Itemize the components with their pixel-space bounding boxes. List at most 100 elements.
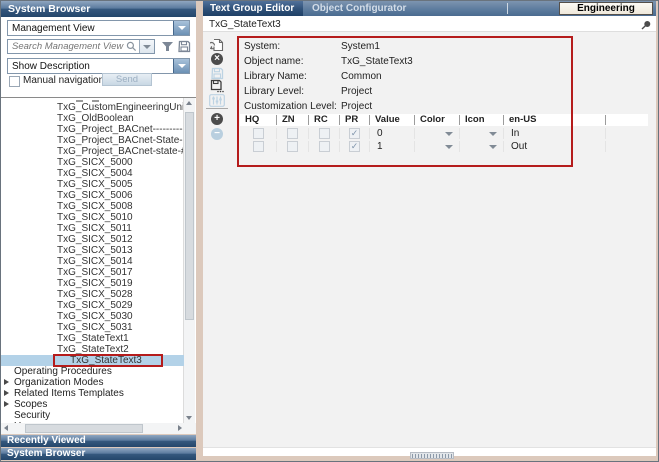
- tree-item[interactable]: TxG_SICX_5010: [1, 212, 184, 223]
- search-input[interactable]: [8, 41, 126, 52]
- search-options-button[interactable]: [139, 40, 154, 53]
- manual-navigation-label: Manual navigation: [23, 75, 104, 86]
- hq-checkbox[interactable]: ✓: [253, 141, 264, 152]
- tree-item[interactable]: TxG_SICX_5013: [1, 245, 184, 256]
- tree-item[interactable]: TxG_SICX_5006: [1, 190, 184, 201]
- save-icon[interactable]: [209, 66, 225, 80]
- delete-icon[interactable]: ×: [209, 52, 225, 66]
- tree-horizontal-scrollbar[interactable]: [1, 423, 196, 434]
- tree-item[interactable]: TxG_SICX_5019: [1, 278, 184, 289]
- field-label-customization-level: Customization Level:: [244, 101, 337, 112]
- expander-icon[interactable]: [4, 379, 9, 385]
- view-selector-dropdown[interactable]: Management View: [7, 20, 190, 36]
- tree-item[interactable]: TxG_SICX_5014: [1, 256, 184, 267]
- rc-checkbox[interactable]: ✓: [319, 141, 330, 152]
- column-header-zn[interactable]: ZN: [276, 115, 308, 125]
- tree-item[interactable]: TxG_SICX_5012: [1, 234, 184, 245]
- tree-vertical-scrollbar[interactable]: [183, 98, 195, 423]
- sliders-icon[interactable]: [209, 93, 225, 107]
- tree-item-related-items-templates[interactable]: Related Items Templates: [1, 388, 184, 399]
- tree-item[interactable]: TxG_OldBoolean: [1, 113, 184, 124]
- view-selector-arrow-button[interactable]: [173, 21, 189, 35]
- save-as-icon[interactable]: [209, 79, 225, 93]
- tree-item[interactable]: TxG_CustomEngineeringUnits: [1, 102, 184, 113]
- tree-item-security[interactable]: Security: [1, 410, 184, 421]
- column-header-en-us[interactable]: en-US: [503, 115, 605, 125]
- pr-checkbox[interactable]: ✓: [349, 128, 360, 139]
- column-header-color[interactable]: Color: [414, 115, 459, 125]
- revert-document-icon[interactable]: [209, 38, 225, 52]
- manual-navigation-checkbox[interactable]: [9, 76, 20, 87]
- tree-item-organization-modes[interactable]: Organization Modes: [1, 377, 184, 388]
- scroll-left-icon[interactable]: [4, 425, 8, 431]
- scroll-down-icon[interactable]: [186, 416, 192, 420]
- tree-item[interactable]: TxG_Project_BACnet----------: [1, 124, 184, 135]
- tree-item[interactable]: TxG_SICX_5005: [1, 179, 184, 190]
- tree-item-operating-procedures[interactable]: Operating Procedures: [1, 366, 184, 377]
- system-browser-header[interactable]: System Browser: [1, 1, 196, 17]
- splitter-grip[interactable]: [410, 452, 454, 459]
- icon-dropdown[interactable]: [459, 141, 503, 152]
- system-browser-tree[interactable]: TxG_CustomEngineeringUnits TxG_OldBoolea…: [1, 97, 196, 423]
- tree-item[interactable]: TxG_SICX_5000: [1, 157, 184, 168]
- description-selector-dropdown[interactable]: Show Description: [7, 58, 190, 74]
- chevron-down-icon: [178, 26, 186, 30]
- tree-item[interactable]: TxG_Project_BACnet-state-#1-state-: [1, 146, 184, 157]
- accordion-system-browser[interactable]: System Browser: [1, 448, 196, 460]
- hq-checkbox[interactable]: ✓: [253, 128, 264, 139]
- tree-item-selected[interactable]: TxG_StateText3: [1, 355, 184, 366]
- tab-text-group-editor[interactable]: Text Group Editor: [203, 1, 303, 16]
- column-header-rc[interactable]: RC: [308, 115, 339, 125]
- tree-item[interactable]: TxG_SICX_5004: [1, 168, 184, 179]
- tree-item[interactable]: TxG_SICX_5011: [1, 223, 184, 234]
- field-label-system: System:: [244, 41, 280, 52]
- remove-icon[interactable]: −: [209, 127, 225, 141]
- value-cell[interactable]: 1: [369, 141, 414, 152]
- zn-checkbox[interactable]: ✓: [287, 128, 298, 139]
- en-us-cell[interactable]: In: [503, 128, 605, 139]
- engineering-mode-button[interactable]: Engineering: [559, 2, 653, 15]
- vertical-scrollbar-thumb[interactable]: [185, 112, 194, 320]
- tree-item[interactable]: TxG_SICX_5008: [1, 201, 184, 212]
- pin-icon[interactable]: [641, 20, 651, 30]
- filter-icon[interactable]: [161, 40, 174, 53]
- icon-dropdown[interactable]: [459, 128, 503, 139]
- color-dropdown[interactable]: [414, 128, 459, 139]
- search-box[interactable]: [7, 39, 155, 54]
- tree-item[interactable]: TxG_SICX_5031: [1, 322, 184, 333]
- tree-item[interactable]: TxG_Project_BACnet-State-1-State-2: [1, 135, 184, 146]
- chevron-down-icon: [445, 132, 453, 136]
- column-header-pr[interactable]: PR: [339, 115, 369, 125]
- tree-item[interactable]: TxG_SICX_5030: [1, 311, 184, 322]
- send-button[interactable]: Send: [102, 73, 152, 86]
- scroll-right-icon[interactable]: [178, 425, 182, 431]
- column-header-hq[interactable]: HQ: [240, 115, 276, 125]
- add-icon[interactable]: +: [209, 112, 225, 126]
- tree-item[interactable]: TxG_SICX_5017: [1, 267, 184, 278]
- color-dropdown[interactable]: [414, 141, 459, 152]
- state-table-row[interactable]: ✓ ✓ ✓ ✓ 1 Out: [240, 140, 648, 153]
- tab-object-configurator[interactable]: Object Configurator: [303, 1, 507, 16]
- column-header-empty: [605, 115, 648, 125]
- save-search-icon[interactable]: [178, 40, 191, 53]
- zn-checkbox[interactable]: ✓: [287, 141, 298, 152]
- tree-item[interactable]: TxG_SICX_5029: [1, 300, 184, 311]
- expander-icon[interactable]: [4, 401, 9, 407]
- scroll-up-icon[interactable]: [186, 101, 192, 105]
- left-panel-controls: Management View Show Description Manual …: [1, 17, 196, 97]
- column-header-icon[interactable]: Icon: [459, 115, 503, 125]
- accordion-recently-viewed[interactable]: Recently Viewed: [1, 435, 196, 447]
- horizontal-scrollbar-thumb[interactable]: [25, 424, 143, 433]
- tree-item[interactable]: TxG_SICX_5028: [1, 289, 184, 300]
- en-us-cell[interactable]: Out: [503, 141, 605, 152]
- tree-item[interactable]: TxG_StateText1: [1, 333, 184, 344]
- value-cell[interactable]: 0: [369, 128, 414, 139]
- description-selector-arrow-button[interactable]: [173, 59, 189, 73]
- tree-item-scopes[interactable]: Scopes: [1, 399, 184, 410]
- column-header-value[interactable]: Value: [369, 115, 414, 125]
- expander-icon[interactable]: [4, 390, 9, 396]
- pr-checkbox[interactable]: ✓: [349, 141, 360, 152]
- rc-checkbox[interactable]: ✓: [319, 128, 330, 139]
- state-table-row[interactable]: ✓ ✓ ✓ ✓ 0 In: [240, 127, 648, 140]
- plus-glyph: +: [211, 113, 223, 125]
